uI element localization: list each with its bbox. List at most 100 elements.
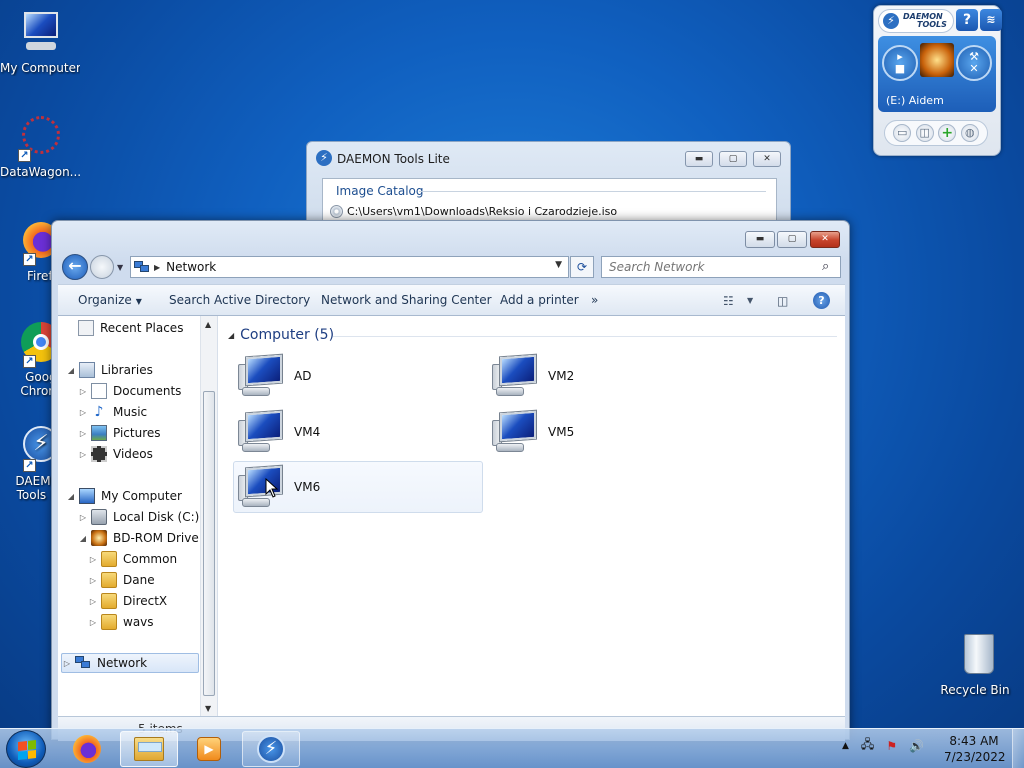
add-printer-button[interactable]: Add a printer bbox=[500, 293, 579, 307]
address-bar[interactable]: ▶ Network ▼ bbox=[130, 256, 569, 278]
computer-item[interactable]: VM4 bbox=[234, 406, 484, 458]
collapse-arrow-icon[interactable]: ▷ bbox=[78, 387, 88, 396]
close-button[interactable]: ✕ bbox=[810, 231, 840, 248]
daemon-tools-lite-window[interactable]: ⚡ DAEMON Tools Lite ▬ ▢ ✕ Image Catalog … bbox=[306, 141, 791, 238]
collapse-arrow-icon[interactable]: ▷ bbox=[78, 408, 88, 417]
image-catalog-icon[interactable]: ◫ bbox=[915, 124, 934, 142]
desktop-icon-datawagon[interactable]: ↗ DataWagon... bbox=[0, 114, 80, 180]
organize-menu[interactable]: Organize ▼ bbox=[78, 293, 142, 307]
maximize-button[interactable]: ▢ bbox=[777, 231, 807, 248]
network-tray-icon[interactable]: 🖧 bbox=[861, 735, 874, 756]
videos-icon bbox=[91, 446, 107, 462]
address-path[interactable]: Network bbox=[166, 260, 216, 274]
volume-icon[interactable]: 🔊 bbox=[909, 739, 924, 753]
collapse-arrow-icon[interactable]: ▷ bbox=[62, 659, 72, 668]
minimize-button[interactable]: ▬ bbox=[685, 151, 713, 167]
expand-arrow-icon[interactable]: ◢ bbox=[78, 534, 88, 543]
minimize-button[interactable]: ▬ bbox=[745, 231, 775, 248]
computer-item[interactable]: AD bbox=[234, 350, 484, 402]
taskbar-explorer-button[interactable] bbox=[120, 731, 178, 767]
firefox-icon bbox=[73, 735, 101, 763]
recent-pages-dropdown[interactable]: ▼ bbox=[117, 263, 123, 272]
nav-item-network[interactable]: ▷ Network bbox=[61, 653, 199, 673]
expand-arrow-icon[interactable]: ◢ bbox=[66, 366, 76, 375]
nav-item-documents[interactable]: ▷ Documents bbox=[78, 381, 181, 401]
nav-item-videos[interactable]: ▷ Videos bbox=[78, 444, 153, 464]
refresh-button[interactable]: ⟳ bbox=[570, 256, 594, 278]
collapse-arrow-icon[interactable]: ▷ bbox=[78, 513, 88, 522]
play-stop-control[interactable]: ▸ ■ bbox=[882, 45, 918, 81]
catalog-item[interactable]: C:\Users\vm1\Downloads\Reksio i Czarodzi… bbox=[330, 205, 617, 218]
collapse-arrow-icon[interactable]: ▷ bbox=[88, 597, 98, 606]
back-button[interactable]: ← bbox=[62, 254, 88, 280]
nav-item-local-disk[interactable]: ▷ Local Disk (C:) bbox=[78, 507, 199, 527]
network-computer-icon bbox=[492, 354, 540, 398]
breadcrumb-separator-icon[interactable]: ▶ bbox=[154, 263, 160, 272]
computer-item[interactable]: VM2 bbox=[488, 350, 738, 402]
change-view-icon[interactable]: ☷ bbox=[723, 294, 734, 308]
show-hidden-icons-icon[interactable]: ▲ bbox=[842, 741, 849, 751]
nav-item-bdrom-drive[interactable]: ◢ BD-ROM Drive (E bbox=[78, 528, 215, 548]
documents-icon bbox=[91, 383, 107, 399]
collapse-arrow-icon[interactable]: ▷ bbox=[78, 450, 88, 459]
collapse-arrow-icon[interactable]: ▷ bbox=[88, 618, 98, 627]
start-button[interactable] bbox=[6, 730, 46, 768]
search-active-directory-button[interactable]: Search Active Directory bbox=[169, 293, 310, 307]
shortcut-arrow-icon: ↗ bbox=[23, 355, 36, 368]
nav-item-recent-places[interactable]: Recent Places bbox=[78, 318, 183, 338]
computer-item[interactable]: VM5 bbox=[488, 406, 738, 458]
group-header[interactable]: ◢ Computer (5) bbox=[228, 327, 334, 343]
add-drive-icon[interactable]: + bbox=[938, 124, 957, 142]
nav-item-libraries[interactable]: ◢ Libraries bbox=[66, 360, 153, 380]
scroll-down-icon[interactable]: ▼ bbox=[205, 704, 211, 713]
taskbar-firefox-button[interactable] bbox=[58, 731, 116, 767]
address-dropdown-icon[interactable]: ▼ bbox=[555, 260, 562, 270]
navigation-scrollbar[interactable]: ▲ ▼ bbox=[200, 316, 217, 716]
computer-item-label: VM2 bbox=[548, 369, 575, 383]
scrollbar-thumb[interactable] bbox=[203, 391, 215, 696]
collapse-arrow-icon[interactable]: ▷ bbox=[78, 429, 88, 438]
preview-pane-icon[interactable]: ◫ bbox=[777, 294, 788, 308]
show-desktop-button[interactable] bbox=[1012, 729, 1024, 768]
rss-icon[interactable]: ≋ bbox=[980, 9, 1002, 31]
nav-item-common[interactable]: ▷ Common bbox=[88, 549, 177, 569]
close-button[interactable]: ✕ bbox=[753, 151, 781, 167]
scroll-up-icon[interactable]: ▲ bbox=[205, 320, 211, 329]
nav-item-pictures[interactable]: ▷ Pictures bbox=[78, 423, 161, 443]
nav-item-my-computer[interactable]: ◢ My Computer bbox=[66, 486, 182, 506]
explorer-window[interactable]: ▬ ▢ ✕ ← ▼ ▶ Network ▼ ⟳ ⌕ Organize▼ Sear… bbox=[51, 220, 850, 741]
nav-item-wavs[interactable]: ▷ wavs bbox=[88, 612, 154, 632]
more-commands-button[interactable]: » bbox=[591, 293, 598, 307]
expand-arrow-icon[interactable]: ◢ bbox=[66, 492, 76, 501]
search-input[interactable] bbox=[601, 256, 841, 278]
collapse-arrow-icon[interactable]: ▷ bbox=[88, 555, 98, 564]
nav-item-music[interactable]: ▷ ♪ Music bbox=[78, 402, 147, 422]
settings-unmount-control[interactable]: ⚒ ✕ bbox=[956, 45, 992, 81]
unmount-all-icon[interactable]: ◍ bbox=[960, 124, 979, 142]
network-computer-icon bbox=[238, 354, 286, 398]
search-icon[interactable]: ⌕ bbox=[822, 259, 829, 274]
taskbar: ▶ ⚡ ▲ 🖧 ⚑ 🔊 8:43 AM 7/23/2022 bbox=[0, 728, 1024, 768]
divider bbox=[419, 191, 766, 192]
open-folder-icon[interactable]: ▭ bbox=[893, 124, 912, 142]
maximize-button[interactable]: ▢ bbox=[719, 151, 747, 167]
gadget-help-button[interactable]: ? bbox=[956, 9, 978, 31]
nav-item-directx[interactable]: ▷ DirectX bbox=[88, 591, 167, 611]
stop-icon[interactable]: ■ bbox=[895, 63, 905, 75]
action-center-icon[interactable]: ⚑ bbox=[886, 739, 897, 753]
collapse-group-icon[interactable]: ◢ bbox=[228, 331, 234, 340]
desktop-icon-my-computer[interactable]: My Computer bbox=[0, 10, 80, 76]
close-icon[interactable]: ✕ bbox=[969, 63, 978, 75]
view-options-dropdown-icon[interactable]: ▼ bbox=[747, 296, 753, 305]
clock[interactable]: 8:43 AM 7/23/2022 bbox=[944, 733, 1006, 765]
network-sharing-center-button[interactable]: Network and Sharing Center bbox=[321, 293, 492, 307]
collapse-arrow-icon[interactable]: ▷ bbox=[88, 576, 98, 585]
desktop-icon-recycle-bin[interactable]: Recycle Bin bbox=[935, 632, 1015, 698]
help-icon[interactable]: ? bbox=[813, 292, 830, 309]
forward-button[interactable] bbox=[90, 255, 114, 279]
taskbar-daemon-tools-button[interactable]: ⚡ bbox=[242, 731, 300, 767]
nav-item-dane[interactable]: ▷ Dane bbox=[88, 570, 155, 590]
daemon-tools-gadget[interactable]: ⚡ DAEMON TOOLS ? ≋ ▸ ■ ⚒ ✕ (E:) Aidem ▭ ◫ … bbox=[873, 5, 1002, 156]
taskbar-media-player-button[interactable]: ▶ bbox=[180, 731, 238, 767]
nav-label: Libraries bbox=[101, 363, 153, 377]
